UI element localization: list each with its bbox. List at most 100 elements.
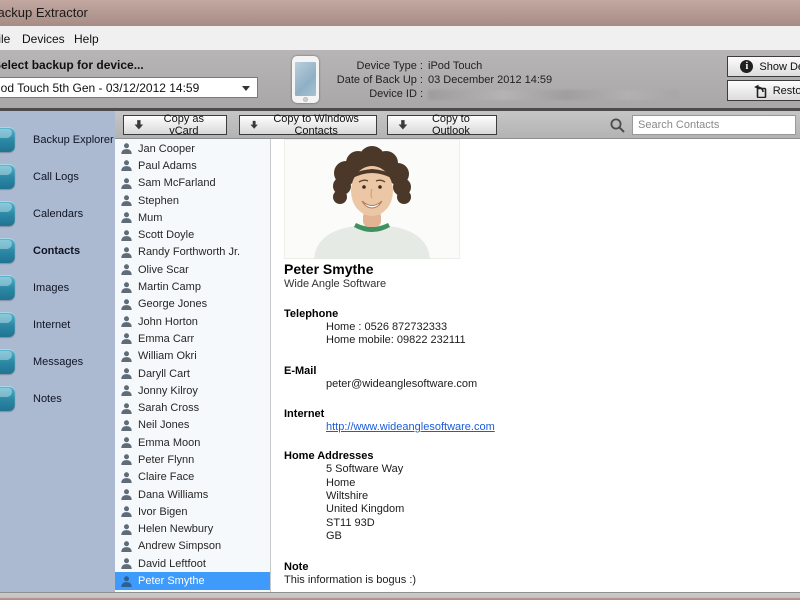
- download-arrow-icon: [398, 119, 408, 131]
- restore-icon: [753, 84, 767, 98]
- person-icon: [120, 263, 133, 276]
- sidebar-item-messages[interactable]: Messages: [0, 343, 115, 380]
- backup-date-label: Date of Back Up :: [337, 74, 423, 86]
- contact-row-david-leftfoot[interactable]: David Leftfoot: [115, 555, 270, 572]
- contact-row-paul-adams[interactable]: Paul Adams: [115, 157, 270, 174]
- person-icon: [120, 557, 133, 570]
- contact-row-sam-mcfarland[interactable]: Sam McFarland: [115, 175, 270, 192]
- sidebar-items: Backup Explorer Call Logs Calendars Contact…: [0, 111, 115, 417]
- sidebar-item-calendars[interactable]: Calendars: [0, 195, 115, 232]
- note-section: Note This information is bogus :): [284, 561, 800, 587]
- menu-file[interactable]: File: [0, 30, 14, 48]
- sidebar-item-notes[interactable]: Notes: [0, 380, 115, 417]
- messages-icon: [0, 349, 15, 374]
- contact-row-mum[interactable]: Mum: [115, 209, 270, 226]
- backup-date-value: 03 December 2012 14:59: [428, 74, 552, 86]
- sidebar-item-internet[interactable]: Internet: [0, 306, 115, 343]
- device-id-label: Device ID :: [369, 88, 423, 100]
- sidebar-item-contacts[interactable]: Contacts: [0, 232, 115, 269]
- detail-line: Home: [326, 477, 800, 490]
- select-backup-label: Select backup for device...: [0, 58, 144, 72]
- contact-row-william-okri[interactable]: William Okri: [115, 348, 270, 365]
- contact-row-label: Andrew Simpson: [138, 540, 221, 552]
- device-id-redacted-value: [428, 90, 678, 100]
- contact-row-claire-face[interactable]: Claire Face: [115, 469, 270, 486]
- contact-row-peter-flynn[interactable]: Peter Flynn: [115, 451, 270, 468]
- copy-to-windows-contacts-label: Copy to Windows Contacts: [266, 113, 366, 137]
- ipod-device-icon: [292, 56, 319, 103]
- contact-row-john-horton[interactable]: John Horton: [115, 313, 270, 330]
- device-info-labels: Device Type : Date of Back Up : Device I…: [340, 50, 423, 108]
- sidebar-item-label: Internet: [33, 319, 70, 331]
- contact-row-label: Dana Williams: [138, 489, 208, 501]
- device-type-label: Device Type :: [357, 60, 423, 72]
- contact-row-label: John Horton: [138, 316, 198, 328]
- sidebar: Backup Explorer Call Logs Calendars Contact…: [0, 111, 115, 592]
- contact-row-sarah-cross[interactable]: Sarah Cross: [115, 399, 270, 416]
- internet-section: Internet http://www.wideanglesoftware.co…: [284, 408, 800, 433]
- contact-row-ivor-bigen[interactable]: Ivor Bigen: [115, 503, 270, 520]
- contact-row-label: Peter Smythe: [138, 575, 205, 587]
- person-icon: [120, 350, 133, 363]
- copy-to-outlook-button[interactable]: Copy to Outlook: [387, 115, 497, 135]
- sidebar-item-label: Call Logs: [33, 171, 79, 183]
- contact-row-scott-doyle[interactable]: Scott Doyle: [115, 226, 270, 243]
- contact-row-andrew-simpson[interactable]: Andrew Simpson: [115, 538, 270, 555]
- detail-line: peter@wideanglesoftware.com: [326, 378, 800, 391]
- contact-row-george-jones[interactable]: George Jones: [115, 296, 270, 313]
- website-link[interactable]: http://www.wideanglesoftware.com: [326, 421, 495, 433]
- title-bar[interactable]: iBackup Extractor: [0, 0, 800, 26]
- show-details-button[interactable]: i Show Details: [727, 56, 800, 77]
- restore-button[interactable]: Restore: [727, 80, 800, 101]
- detail-line: This information is bogus :): [284, 574, 800, 587]
- chevron-down-icon[interactable]: [242, 86, 250, 91]
- home-addresses-heading: Home Addresses: [284, 450, 800, 463]
- contact-row-emma-carr[interactable]: Emma Carr: [115, 330, 270, 347]
- contact-row-randy-forthworth-jr[interactable]: Randy Forthworth Jr.: [115, 244, 270, 261]
- sidebar-item-call-logs[interactable]: Call Logs: [0, 158, 115, 195]
- contact-row-label: Daryll Cart: [138, 368, 190, 380]
- call-logs-icon: [0, 164, 15, 189]
- contact-row-dana-williams[interactable]: Dana Williams: [115, 486, 270, 503]
- backup-select-dropdown[interactable]: iPod Touch 5th Gen - 03/12/2012 14:59: [0, 77, 258, 98]
- person-icon: [120, 332, 133, 345]
- person-icon: [120, 540, 133, 553]
- contact-row-label: Ivor Bigen: [138, 506, 188, 518]
- telephone-heading: Telephone: [284, 308, 800, 321]
- sidebar-item-backup-explorer[interactable]: Backup Explorer: [0, 121, 115, 158]
- sidebar-item-images[interactable]: Images: [0, 269, 115, 306]
- email-heading: E-Mail: [284, 365, 800, 378]
- person-icon: [120, 488, 133, 501]
- telephone-section: Telephone Home : 0526 872732333Home mobi…: [284, 308, 800, 348]
- note-lines: This information is bogus :): [284, 574, 800, 587]
- contact-row-neil-jones[interactable]: Neil Jones: [115, 417, 270, 434]
- search-input[interactable]: [632, 115, 796, 135]
- contact-row-stephen[interactable]: Stephen: [115, 192, 270, 209]
- contact-row-jan-cooper[interactable]: Jan Cooper: [115, 140, 270, 157]
- detail-line: Home mobile: 09822 232111: [326, 334, 800, 347]
- copy-to-outlook-label: Copy to Outlook: [416, 113, 486, 137]
- contact-list: Jan CooperPaul Adams Sam McFarland Stephen…: [115, 139, 271, 592]
- person-icon: [120, 402, 133, 415]
- person-icon: [120, 505, 133, 518]
- search-area: [609, 115, 796, 135]
- contact-row-daryll-cart[interactable]: Daryll Cart: [115, 365, 270, 382]
- sidebar-item-label: Calendars: [33, 208, 83, 220]
- contact-company: Wide Angle Software: [284, 277, 800, 291]
- contact-row-label: Sam McFarland: [138, 177, 216, 189]
- person-icon: [120, 471, 133, 484]
- contact-row-martin-camp[interactable]: Martin Camp: [115, 278, 270, 295]
- contact-row-helen-newbury[interactable]: Helen Newbury: [115, 521, 270, 538]
- contact-row-olive-scar[interactable]: Olive Scar: [115, 261, 270, 278]
- contact-row-emma-moon[interactable]: Emma Moon: [115, 434, 270, 451]
- images-icon: [0, 275, 15, 300]
- copy-as-vcard-button[interactable]: Copy as vCard: [123, 115, 227, 135]
- contact-row-peter-smythe[interactable]: Peter Smythe: [115, 572, 270, 589]
- menu-devices[interactable]: Devices: [18, 30, 69, 48]
- menu-help[interactable]: Help: [70, 30, 103, 48]
- copy-to-windows-contacts-button[interactable]: Copy to Windows Contacts: [239, 115, 377, 135]
- app-window: iBackup Extractor File Devices Help Sele…: [0, 0, 800, 600]
- contact-name: Peter Smythe: [284, 261, 800, 277]
- contact-row-jonny-kilroy[interactable]: Jonny Kilroy: [115, 382, 270, 399]
- window-bottom-edge: [0, 592, 800, 600]
